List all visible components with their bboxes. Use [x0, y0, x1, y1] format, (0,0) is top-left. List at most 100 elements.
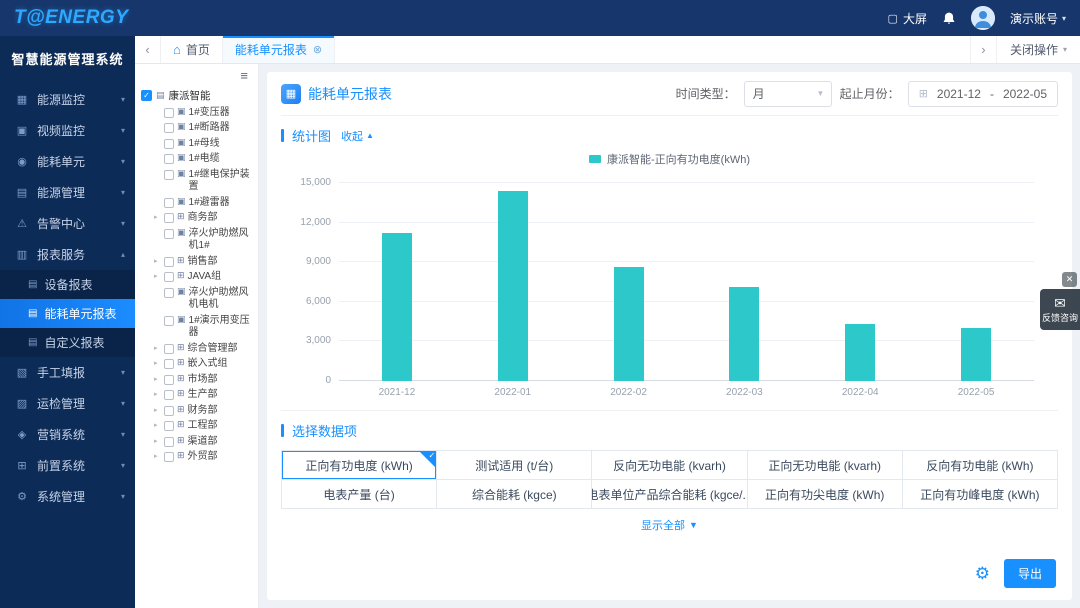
tree-checkbox[interactable] [164, 390, 174, 400]
expander-icon[interactable] [154, 315, 161, 317]
tree-item[interactable]: ▣1#演示用变压器 [141, 313, 256, 341]
expander-icon[interactable] [154, 138, 161, 140]
tree-checkbox[interactable] [164, 257, 174, 267]
tree-checkbox[interactable] [164, 154, 174, 164]
tree-root-node[interactable]: ✓ ▤ 康派智能 [141, 86, 256, 105]
sidebar-item[interactable]: ▦能源监控▾ [0, 84, 135, 115]
tree-item[interactable]: ▸⊞财务部 [141, 403, 256, 419]
export-button[interactable]: 导出 [1004, 559, 1056, 588]
data-item-cell[interactable]: 反向无功电能 (kvarh) [592, 451, 747, 480]
tree-item[interactable]: ▸⊞销售部 [141, 254, 256, 270]
sidebar-item[interactable]: ▧手工填报▾ [0, 357, 135, 388]
tree-checkbox[interactable] [164, 452, 174, 462]
data-item-cell[interactable]: 反向有功电能 (kWh) [903, 451, 1058, 480]
data-item-cell[interactable]: 电表单位产品综合能耗 (kgce/... [592, 480, 747, 509]
data-item-cell[interactable]: 正向有功电度 (kWh)✓ [282, 451, 437, 480]
tree-item[interactable]: ▸⊞市场部 [141, 372, 256, 388]
tree-checkbox[interactable] [164, 316, 174, 326]
data-item-cell[interactable]: 正向有功尖电度 (kWh) [748, 480, 903, 509]
data-item-cell[interactable]: 综合能耗 (kgce) [437, 480, 592, 509]
time-type-select[interactable]: 月 ▾ [744, 81, 832, 107]
expander-icon[interactable]: ▸ [154, 405, 161, 416]
tree-checkbox[interactable] [164, 213, 174, 223]
sidebar-subitem[interactable]: ▤能耗单元报表 [0, 299, 135, 328]
tree-checkbox[interactable] [164, 288, 174, 298]
expander-icon[interactable]: ▸ [154, 212, 161, 223]
show-all-button[interactable]: 显示全部 ▼ [281, 509, 1058, 537]
tree-checkbox[interactable] [164, 139, 174, 149]
sidebar-item[interactable]: ◉能耗单元▾ [0, 146, 135, 177]
tree-checkbox[interactable] [164, 406, 174, 416]
tree-checkbox[interactable] [164, 359, 174, 369]
tree-checkbox[interactable] [164, 375, 174, 385]
tree-item[interactable]: ▸⊞生产部 [141, 388, 256, 404]
avatar[interactable] [971, 6, 995, 30]
expander-icon[interactable]: ▸ [154, 358, 161, 369]
tree-item[interactable]: ▣1#避雷器 [141, 195, 256, 211]
tree-item[interactable]: ▸⊞综合管理部 [141, 341, 256, 357]
sidebar-item[interactable]: ▤能源管理▾ [0, 177, 135, 208]
tree-checkbox[interactable] [164, 344, 174, 354]
date-range-picker[interactable]: ⊞ 2021-12 - 2022-05 [908, 81, 1058, 107]
notification-bell-icon[interactable] [942, 11, 956, 26]
sidebar-item[interactable]: ▥报表服务▴ [0, 239, 135, 270]
sidebar-item[interactable]: ◈营销系统▾ [0, 419, 135, 450]
tree-item[interactable]: ▸⊞嵌入式组 [141, 357, 256, 373]
tree-item[interactable]: ▣淬火炉助燃风机1# [141, 226, 256, 254]
expander-icon[interactable]: ▸ [154, 436, 161, 447]
tree-item[interactable]: ▸⊞工程部 [141, 419, 256, 435]
tree-item[interactable]: ▣淬火炉助燃风机电机 [141, 285, 256, 313]
expander-icon[interactable] [154, 197, 161, 199]
tree-checkbox[interactable] [164, 272, 174, 282]
tab-close-icon[interactable]: ⊗ [313, 43, 322, 56]
expander-icon[interactable] [154, 107, 161, 109]
tree-item[interactable]: ▸⊞外贸部 [141, 450, 256, 466]
tree-root-checkbox[interactable]: ✓ [141, 90, 152, 101]
sidebar-subitem[interactable]: ▤设备报表 [0, 270, 135, 299]
sidebar-item[interactable]: ▣视频监控▾ [0, 115, 135, 146]
data-item-cell[interactable]: 正向有功峰电度 (kWh) [903, 480, 1058, 509]
expander-icon[interactable]: ▸ [154, 420, 161, 431]
tree-collapse-icon[interactable]: ≡ [240, 69, 248, 82]
expander-icon[interactable] [154, 153, 161, 155]
expander-icon[interactable]: ▸ [154, 389, 161, 400]
tabs-scroll-right-icon[interactable]: › [970, 36, 996, 63]
data-item-cell[interactable]: 电表产量 (台) [282, 480, 437, 509]
tab-energy-unit-report[interactable]: 能耗单元报表 ⊗ [223, 36, 335, 63]
tabs-scroll-left-icon[interactable]: ‹ [135, 36, 161, 63]
tree-item[interactable]: ▣1#断路器 [141, 121, 256, 137]
expander-icon[interactable]: ▸ [154, 343, 161, 354]
account-menu[interactable]: 演示账号 ▾ [1010, 10, 1066, 27]
expander-icon[interactable]: ▸ [154, 374, 161, 385]
feedback-button[interactable]: ✉ 反馈咨询 [1040, 289, 1080, 330]
home-tab[interactable]: ⌂ 首页 [161, 36, 223, 63]
tree-item[interactable]: ▣1#母线 [141, 136, 256, 152]
settings-gear-icon[interactable]: ⚙ [975, 565, 990, 582]
expander-icon[interactable]: ▸ [154, 451, 161, 462]
expander-icon[interactable] [154, 228, 161, 230]
sidebar-subitem[interactable]: ▤自定义报表 [0, 328, 135, 357]
tree-item[interactable]: ▣1#变压器 [141, 105, 256, 121]
tree-checkbox[interactable] [164, 108, 174, 118]
close-operations-dropdown[interactable]: 关闭操作 ▾ [996, 36, 1080, 63]
expander-icon[interactable] [154, 287, 161, 289]
sidebar-item[interactable]: ⚙系统管理▾ [0, 481, 135, 512]
tree-checkbox[interactable] [164, 198, 174, 208]
tree-item[interactable]: ▸⊞渠道部 [141, 434, 256, 450]
sidebar-item[interactable]: ⚠告警中心▾ [0, 208, 135, 239]
tree-item[interactable]: ▣1#继电保护装置 [141, 167, 256, 195]
tree-checkbox[interactable] [164, 421, 174, 431]
tree-item[interactable]: ▸⊞商务部 [141, 211, 256, 227]
tree-checkbox[interactable] [164, 123, 174, 133]
tree-checkbox[interactable] [164, 170, 174, 180]
feedback-close-icon[interactable]: ✕ [1062, 272, 1077, 287]
sidebar-item[interactable]: ⊞前置系统▾ [0, 450, 135, 481]
tree-checkbox[interactable] [164, 437, 174, 447]
collapse-chart-button[interactable]: 收起 ▲ [341, 128, 374, 144]
expander-icon[interactable] [154, 122, 161, 124]
expander-icon[interactable]: ▸ [154, 256, 161, 267]
tree-item[interactable]: ▣1#电缆 [141, 152, 256, 168]
expander-icon[interactable] [154, 169, 161, 171]
big-screen-button[interactable]: ▢ 大屏 [888, 10, 927, 27]
expander-icon[interactable]: ▸ [154, 271, 161, 282]
